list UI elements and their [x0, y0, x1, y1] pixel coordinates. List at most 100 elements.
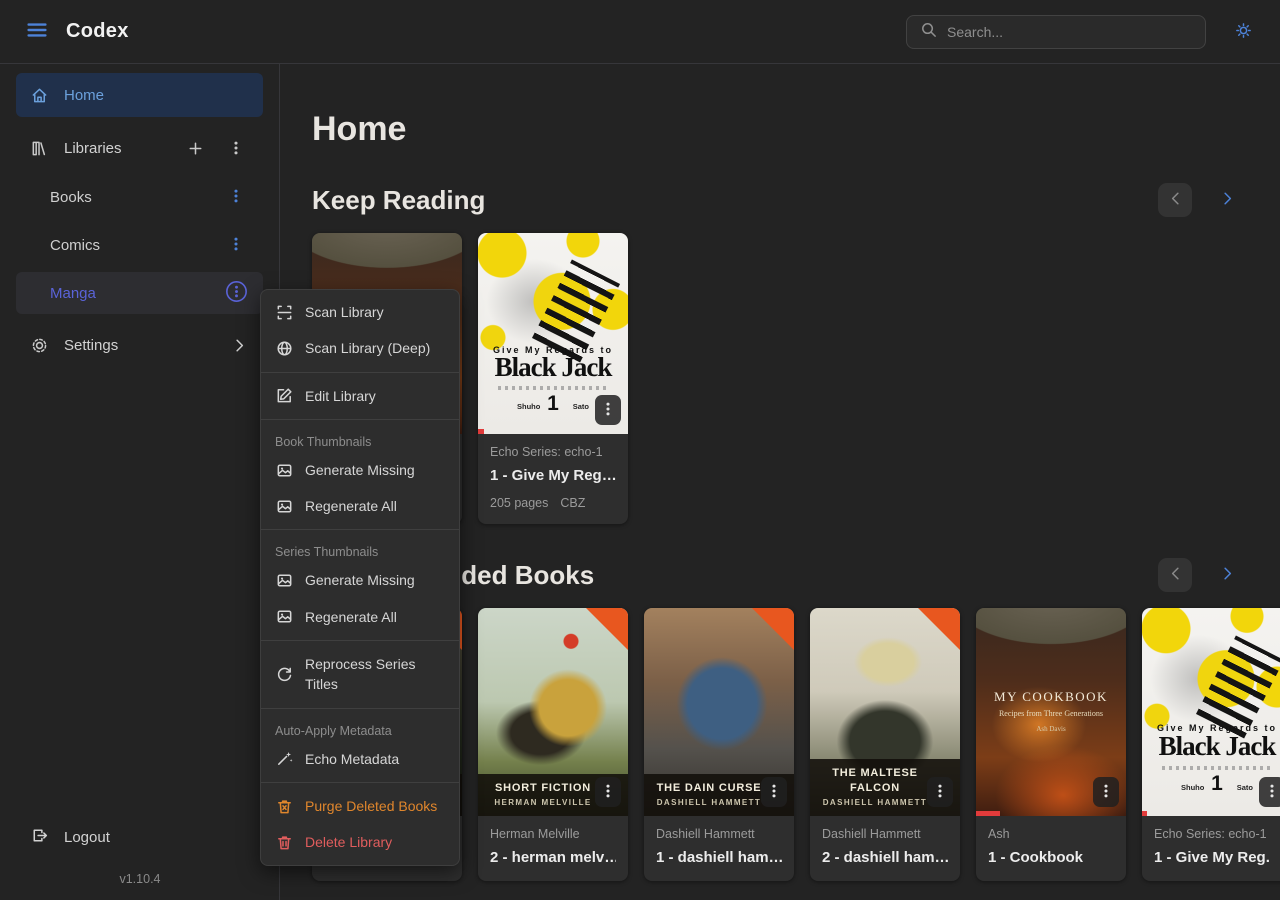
cover-title: Black Jack — [478, 354, 628, 381]
book-series: Echo Series: echo-1 — [490, 445, 616, 460]
book-title: 1 - dashiell ham… — [656, 849, 782, 867]
library-label: Books — [50, 189, 223, 206]
search-box[interactable] — [906, 15, 1206, 49]
book-card[interactable]: THE DAIN CURSEDASHIELL HAMMETTDashiell H… — [644, 608, 794, 881]
sidebar-settings-label: Settings — [64, 337, 215, 354]
logout-label: Logout — [64, 829, 110, 846]
book-meta: 205 pagesCBZ — [490, 496, 616, 510]
menu-item-label: Echo Metadata — [305, 749, 399, 769]
cover-credit: Shuho — [517, 402, 540, 411]
menu-item-scan-library-deep[interactable]: Scan Library (Deep) — [261, 330, 459, 366]
book-options-button[interactable] — [595, 777, 621, 807]
cover-title: MY COOKBOOK — [976, 689, 1126, 705]
edit-icon — [275, 386, 294, 405]
book-card-info: Ash1 - Cookbook — [976, 816, 1126, 881]
carousel-next-button[interactable] — [1210, 183, 1244, 217]
gear-icon — [30, 336, 49, 355]
theme-toggle-button[interactable] — [1228, 17, 1258, 47]
menu-item-scan-library[interactable]: Scan Library — [261, 294, 459, 330]
library-label: Comics — [50, 237, 223, 254]
menu-item-regenerate-all[interactable]: Regenerate All — [261, 488, 459, 524]
image-icon — [275, 571, 294, 590]
book-options-button[interactable] — [927, 777, 953, 807]
app-title: Codex — [66, 20, 129, 43]
menu-toggle-button[interactable] — [22, 17, 52, 47]
carousel-arrows — [1158, 183, 1244, 217]
kebab-icon — [1097, 782, 1115, 803]
add-library-button[interactable] — [182, 135, 208, 161]
book-card[interactable]: Give My Regards toBlack Jack1ShuhoSato Ec… — [478, 233, 628, 524]
menu-item-label: Delete Library — [305, 832, 392, 852]
kebab-circle-icon — [225, 280, 248, 306]
sidebar-item-libraries[interactable]: Libraries — [16, 126, 263, 170]
sidebar-item-manga[interactable]: Manga — [16, 272, 263, 314]
book-card[interactable]: THE MALTESE FALCONDASHIELL HAMMETTDashie… — [810, 608, 960, 881]
menu-item-label: Reprocess Series Titles — [305, 654, 445, 695]
menu-item-reprocess-series-titles[interactable]: Reprocess Series Titles — [261, 646, 459, 703]
carousel-prev-button[interactable] — [1158, 558, 1192, 592]
search-input[interactable] — [947, 24, 1193, 40]
scan-icon — [275, 303, 294, 322]
top-bar: Codex — [0, 0, 1280, 64]
menu-divider — [261, 372, 459, 373]
menu-item-edit-library[interactable]: Edit Library — [261, 378, 459, 414]
book-card-info: Echo Series: echo-11 - Give My Reg. — [1142, 816, 1280, 881]
reading-progress-bar — [1142, 811, 1147, 816]
menu-divider — [261, 708, 459, 709]
menu-item-echo-metadata[interactable]: Echo Metadata — [261, 741, 459, 777]
book-cover[interactable]: SHORT FICTIONHERMAN MELVILLE — [478, 608, 628, 816]
scan-deep-icon — [275, 339, 294, 358]
menu-item-generate-missing[interactable]: Generate Missing — [261, 452, 459, 488]
book-options-button[interactable] — [1259, 777, 1280, 807]
menu-section-label: Book Thumbnails — [261, 425, 459, 452]
library-label: Manga — [50, 285, 223, 302]
menu-divider — [261, 782, 459, 783]
book-cover[interactable]: Give My Regards toBlack Jack1ShuhoSato — [1142, 608, 1280, 816]
menu-item-generate-missing[interactable]: Generate Missing — [261, 562, 459, 598]
refresh-icon — [275, 665, 294, 684]
menu-item-delete-library[interactable]: Delete Library — [261, 824, 459, 860]
book-card[interactable]: MY COOKBOOKRecipes from Three Generation… — [976, 608, 1126, 881]
logout-icon — [30, 826, 49, 849]
book-options-button[interactable] — [1093, 777, 1119, 807]
image-icon — [275, 461, 294, 480]
cover-banner-title: THE DAIN CURSE — [654, 781, 764, 795]
libraries-options-button[interactable] — [223, 135, 249, 161]
book-cover[interactable]: Give My Regards toBlack Jack1ShuhoSato — [478, 233, 628, 434]
book-title: 1 - Give My Reg. — [1154, 849, 1280, 867]
sidebar-item-settings[interactable]: Settings — [16, 323, 263, 367]
search-icon — [919, 20, 938, 44]
book-card[interactable]: Give My Regards toBlack Jack1ShuhoSatoEc… — [1142, 608, 1280, 881]
sidebar-item-home[interactable]: Home — [16, 73, 263, 117]
menu-item-purge-deleted-books[interactable]: Purge Deleted Books — [261, 788, 459, 824]
logout-button[interactable]: Logout — [16, 816, 263, 858]
cover-banner-author: DASHIELL HAMMETT — [820, 798, 930, 807]
book-title: 1 - Give My Reg… — [490, 467, 616, 485]
menu-item-label: Regenerate All — [305, 496, 397, 516]
trash-x-icon — [275, 797, 294, 816]
trash-icon — [275, 833, 294, 852]
book-options-button[interactable] — [761, 777, 787, 807]
library-options-button[interactable] — [223, 184, 249, 210]
carousel-next-button[interactable] — [1210, 558, 1244, 592]
book-options-button[interactable] — [595, 395, 621, 425]
book-cover[interactable]: THE DAIN CURSEDASHIELL HAMMETT — [644, 608, 794, 816]
carousel-prev-button[interactable] — [1158, 183, 1192, 217]
book-card[interactable]: SHORT FICTIONHERMAN MELVILLEHerman Melvi… — [478, 608, 628, 881]
kebab-icon — [227, 187, 245, 208]
home-icon — [30, 86, 49, 105]
library-options-button[interactable] — [223, 232, 249, 258]
kebab-icon — [1263, 782, 1280, 803]
kebab-icon — [765, 782, 783, 803]
book-title: 1 - Cookbook — [988, 849, 1114, 867]
sidebar-item-books[interactable]: Books — [16, 176, 263, 218]
plus-icon — [186, 139, 205, 158]
book-cover[interactable]: MY COOKBOOKRecipes from Three Generation… — [976, 608, 1126, 816]
menu-item-regenerate-all[interactable]: Regenerate All — [261, 599, 459, 635]
book-cover[interactable]: THE MALTESE FALCONDASHIELL HAMMETT — [810, 608, 960, 816]
cover-subtitle-script — [1162, 766, 1273, 770]
section-title: Keep Reading — [312, 185, 485, 216]
sidebar-item-comics[interactable]: Comics — [16, 224, 263, 266]
library-options-button[interactable] — [223, 280, 249, 306]
menu-section-label: Auto-Apply Metadata — [261, 714, 459, 741]
